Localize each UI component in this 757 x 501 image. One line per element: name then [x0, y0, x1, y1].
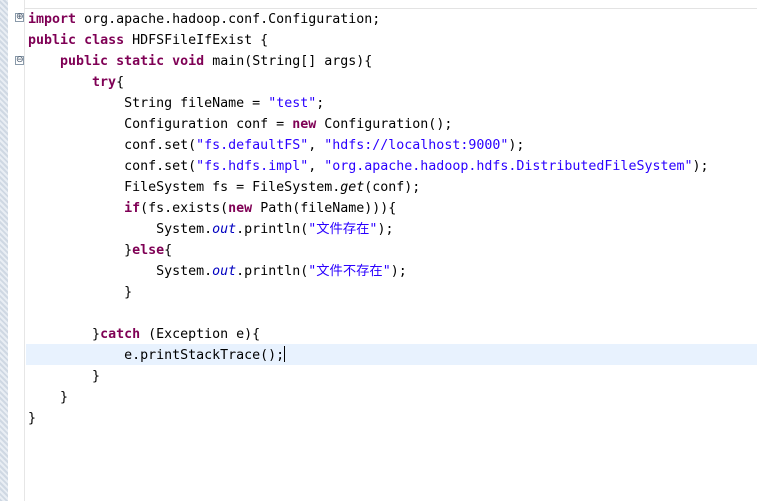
code-text: , — [308, 138, 325, 153]
code-text: main(String[] args){ — [204, 54, 373, 69]
code-text: Path(fileName))){ — [252, 201, 397, 216]
code-line-11: System.out.println("文件存在"); — [28, 219, 709, 240]
string-literal: "org.apache.hadoop.hdfs.DistributedFileS… — [324, 159, 693, 174]
code-text: ); — [692, 159, 709, 174]
code-line-9: FileSystem fs = FileSystem.get(conf); — [28, 177, 709, 198]
keyword: public — [28, 33, 77, 48]
keyword: import — [28, 12, 77, 27]
string-literal: "fs.defaultFS" — [196, 138, 309, 153]
keyword: try — [92, 75, 117, 90]
code-text: HDFSFileIfExist { — [124, 33, 269, 48]
string-literal: "fs.hdfs.impl" — [196, 159, 309, 174]
keyword: class — [84, 33, 125, 48]
code-text: (Exception e){ — [140, 327, 261, 342]
code-text: { — [164, 243, 173, 258]
code-text: Configuration conf = — [124, 117, 293, 132]
code-line-1: import org.apache.hadoop.conf.Configurat… — [28, 9, 709, 30]
static-field: out — [212, 264, 237, 279]
code-text: { — [116, 75, 125, 90]
code-text: String fileName = — [124, 96, 269, 111]
keyword: new — [228, 201, 253, 216]
code-text: } — [92, 327, 101, 342]
code-line-17: e.printStackTrace(); — [28, 345, 709, 366]
code-line-6: Configuration conf = new Configuration()… — [28, 114, 709, 135]
code-line-7: conf.set("fs.defaultFS", "hdfs://localho… — [28, 135, 709, 156]
line-ruler — [8, 0, 24, 501]
code-text: conf.set( — [124, 159, 197, 174]
text-caret — [284, 346, 286, 362]
keyword: catch — [100, 327, 141, 342]
code-text: } — [92, 369, 101, 384]
string-literal: "hdfs://localhost:9000" — [324, 138, 509, 153]
code-text: Configuration(); — [316, 117, 453, 132]
keyword: public — [60, 54, 109, 69]
vertical-scrollbar-track[interactable] — [0, 0, 8, 501]
code-text: ; — [316, 96, 325, 111]
code-text: System. — [156, 264, 213, 279]
code-line-3: public static void main(String[] args){ — [28, 51, 709, 72]
code-text: ); — [377, 222, 394, 237]
code-text: org.apache.hadoop.conf.Configuration; — [76, 12, 381, 27]
code-line-2: public class HDFSFileIfExist { — [28, 30, 709, 51]
code-text: } — [124, 285, 133, 300]
keyword: static — [116, 54, 165, 69]
code-line-5: String fileName = "test"; — [28, 93, 709, 114]
fold-collapse-icon[interactable]: ⊖ — [15, 56, 24, 65]
keyword: void — [172, 54, 205, 69]
keyword: if — [124, 201, 141, 216]
code-text: } — [28, 411, 37, 426]
code-text: System. — [156, 222, 213, 237]
ruler-separator — [24, 0, 25, 501]
code-text: } — [124, 243, 133, 258]
code-line-18: } — [28, 366, 709, 387]
string-literal: "文件存在" — [308, 222, 378, 237]
code-line-8: conf.set("fs.hdfs.impl", "org.apache.had… — [28, 156, 709, 177]
code-text: .println( — [236, 264, 309, 279]
string-literal: "test" — [268, 96, 317, 111]
code-line-13: System.out.println("文件不存在"); — [28, 261, 709, 282]
code-line-19: } — [28, 387, 709, 408]
code-line-16: }catch (Exception e){ — [28, 324, 709, 345]
keyword: new — [292, 117, 317, 132]
code-line-20: } — [28, 408, 709, 429]
code-text: ); — [390, 264, 407, 279]
code-text: FileSystem fs = FileSystem. — [124, 180, 341, 195]
code-text: (conf); — [364, 180, 421, 195]
code-text: ); — [508, 138, 525, 153]
string-literal: "文件不存在" — [308, 264, 391, 279]
editor-top-border — [24, 0, 757, 9]
code-text: } — [60, 390, 69, 405]
code-editor[interactable]: import org.apache.hadoop.conf.Configurat… — [28, 9, 709, 429]
fold-expand-icon[interactable]: ⊕ — [15, 13, 24, 22]
code-text: conf.set( — [124, 138, 197, 153]
code-text: .println( — [236, 222, 309, 237]
keyword: else — [132, 243, 165, 258]
code-text: e.printStackTrace(); — [124, 348, 285, 363]
code-line-12: }else{ — [28, 240, 709, 261]
code-line-4: try{ — [28, 72, 709, 93]
code-line-10: if(fs.exists(new Path(fileName))){ — [28, 198, 709, 219]
code-text: , — [308, 159, 325, 174]
code-text: (fs.exists( — [140, 201, 229, 216]
static-field: out — [212, 222, 237, 237]
static-method: get — [340, 180, 365, 195]
code-line-14: } — [28, 282, 709, 303]
